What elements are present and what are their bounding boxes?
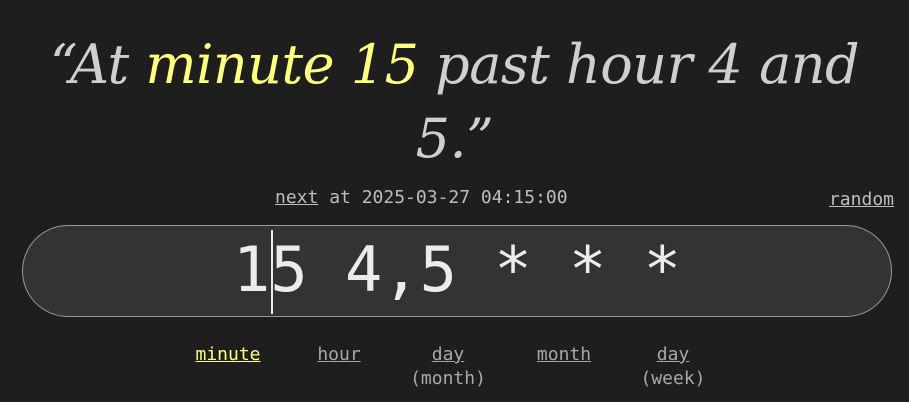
part-hour-link[interactable]: hour <box>317 344 360 365</box>
part-day-week-sub: (week) <box>640 368 706 389</box>
part-day-month-sub: (month) <box>410 368 486 389</box>
text-caret <box>271 230 273 314</box>
part-month: month <box>528 343 600 367</box>
part-day-month-link[interactable]: day <box>432 344 465 365</box>
part-minute-link[interactable]: minute <box>195 344 260 365</box>
random-link[interactable]: random <box>829 188 894 212</box>
part-minute: minute <box>186 343 270 367</box>
next-link[interactable]: next <box>275 187 318 208</box>
part-hour: hour <box>311 343 367 367</box>
human-readable-description: “At minute 15 past hour 4 and 5.” <box>20 28 889 176</box>
part-day-week-link[interactable]: day <box>657 344 690 365</box>
cron-input-container <box>22 225 892 317</box>
cron-expression-input[interactable] <box>23 226 891 316</box>
part-month-link[interactable]: month <box>537 344 591 365</box>
part-day-week: day (week) <box>630 343 716 391</box>
description-highlight: minute 15 <box>145 33 419 96</box>
next-run-line: next at 2025-03-27 04:15:00 <box>275 186 568 210</box>
description-prefix: “At <box>49 33 146 96</box>
description-suffix: past hour 4 and 5.” <box>415 33 860 170</box>
crontab-app: “At minute 15 past hour 4 and 5.” next a… <box>0 0 909 402</box>
part-day-month: day (month) <box>398 343 498 391</box>
next-run-time: at 2025-03-27 04:15:00 <box>318 187 568 208</box>
